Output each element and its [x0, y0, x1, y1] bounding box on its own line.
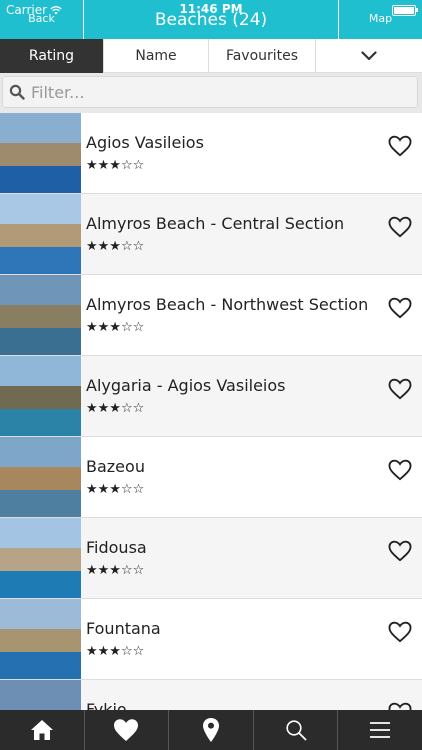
heart-outline-icon[interactable]: [388, 297, 412, 319]
tabbar-map[interactable]: [169, 710, 254, 750]
beach-name: Agios Vasileios: [86, 133, 204, 152]
thumb-sky: [0, 113, 81, 144]
back-button[interactable]: Back: [0, 0, 84, 39]
heart-outline-icon[interactable]: [388, 378, 412, 400]
search-field-box: [2, 76, 418, 108]
beach-rating: ★★★☆☆: [86, 563, 145, 578]
thumb-sea: [0, 246, 81, 274]
tab-name[interactable]: Name: [104, 39, 209, 73]
tab-more[interactable]: [316, 39, 422, 73]
thumb-sea: [0, 570, 81, 598]
search-icon: [285, 720, 306, 741]
beach-row[interactable]: Almyros Beach - Northwest Section ★★★☆☆: [0, 275, 422, 356]
heart-outline-icon[interactable]: [388, 540, 412, 562]
beach-name: Alygaria - Agios Vasileios: [86, 376, 286, 395]
beach-name: Fountana: [86, 619, 161, 638]
thumb-sea: [0, 489, 81, 517]
thumb-land: [0, 548, 81, 571]
beach-rating: ★★★☆☆: [86, 482, 145, 497]
beach-row[interactable]: Alygaria - Agios Vasileios ★★★☆☆: [0, 356, 422, 437]
beach-name: Almyros Beach - Northwest Section: [86, 295, 369, 314]
heart-outline-icon[interactable]: [388, 216, 412, 238]
thumb-sky: [0, 437, 81, 468]
thumb-sea: [0, 651, 81, 679]
beach-thumbnail: [0, 518, 81, 598]
thumb-sky: [0, 275, 81, 306]
beach-row[interactable]: Almyros Beach - Central Section ★★★☆☆: [0, 194, 422, 275]
beach-rating: ★★★☆☆: [86, 644, 145, 659]
sort-tabs: Rating Name Favourites: [0, 39, 422, 73]
heart-outline-icon[interactable]: [388, 702, 412, 710]
beach-thumbnail: [0, 194, 81, 274]
thumb-land: [0, 143, 81, 166]
beach-thumbnail: [0, 437, 81, 517]
tabbar-menu[interactable]: [338, 710, 422, 750]
beach-thumbnail: [0, 356, 81, 436]
map-button[interactable]: Map: [338, 0, 422, 39]
thumb-sky: [0, 680, 81, 710]
thumb-land: [0, 467, 81, 490]
thumb-sky: [0, 356, 81, 387]
tabbar-favourites[interactable]: [85, 710, 170, 750]
beach-rating: ★★★☆☆: [86, 239, 145, 254]
beach-name: Almyros Beach - Central Section: [86, 214, 345, 233]
thumb-land: [0, 305, 81, 328]
beach-thumbnail: [0, 275, 81, 355]
beach-row[interactable]: Agios Vasileios ★★★☆☆: [0, 113, 422, 194]
thumb-sky: [0, 599, 81, 630]
heart-outline-icon[interactable]: [388, 459, 412, 481]
beach-thumbnail: [0, 113, 81, 193]
tab-rating[interactable]: Rating: [0, 39, 104, 73]
thumb-sky: [0, 518, 81, 549]
beach-name: Fidousa: [86, 538, 147, 557]
thumb-sky: [0, 194, 81, 225]
filter-input[interactable]: [29, 81, 403, 103]
beach-rating: ★★★☆☆: [86, 158, 145, 173]
tabbar-home[interactable]: [0, 710, 85, 750]
chevron-down-icon: [361, 51, 377, 61]
beach-rating: ★★★☆☆: [86, 401, 145, 416]
heart-icon: [114, 719, 139, 741]
tab-favourites[interactable]: Favourites: [209, 39, 316, 73]
beach-list: Agios Vasileios ★★★☆☆ Almyros Beach - Cent…: [0, 113, 422, 710]
beach-name: Bazeou: [86, 457, 145, 476]
beach-row[interactable]: Fykio★★★☆☆: [0, 680, 422, 710]
thumb-sea: [0, 327, 81, 355]
page-title: Beaches (24): [154, 10, 268, 30]
map-pin-icon: [202, 718, 219, 742]
home-icon: [30, 720, 53, 740]
thumb-sea: [0, 408, 81, 436]
beach-thumbnail: [0, 680, 81, 710]
beach-row[interactable]: Fidousa ★★★☆☆: [0, 518, 422, 599]
thumb-land: [0, 629, 81, 652]
heart-outline-icon[interactable]: [388, 135, 412, 157]
menu-icon: [370, 722, 391, 738]
heart-outline-icon[interactable]: [388, 621, 412, 643]
beach-thumbnail: [0, 599, 81, 679]
beach-name: Fykio: [86, 700, 127, 710]
thumb-land: [0, 386, 81, 409]
bottom-tab-bar: [0, 710, 422, 750]
beach-row[interactable]: Fountana ★★★☆☆: [0, 599, 422, 680]
search-bar: [0, 73, 422, 113]
nav-header: Carrier 11:46 PM Back Beaches (24) Map: [0, 0, 422, 39]
thumb-sea: [0, 165, 81, 193]
beach-rating: ★★★☆☆: [86, 320, 145, 335]
search-icon: [9, 84, 25, 100]
tabbar-search[interactable]: [254, 710, 339, 750]
thumb-land: [0, 224, 81, 247]
beach-row[interactable]: Bazeou ★★★☆☆: [0, 437, 422, 518]
